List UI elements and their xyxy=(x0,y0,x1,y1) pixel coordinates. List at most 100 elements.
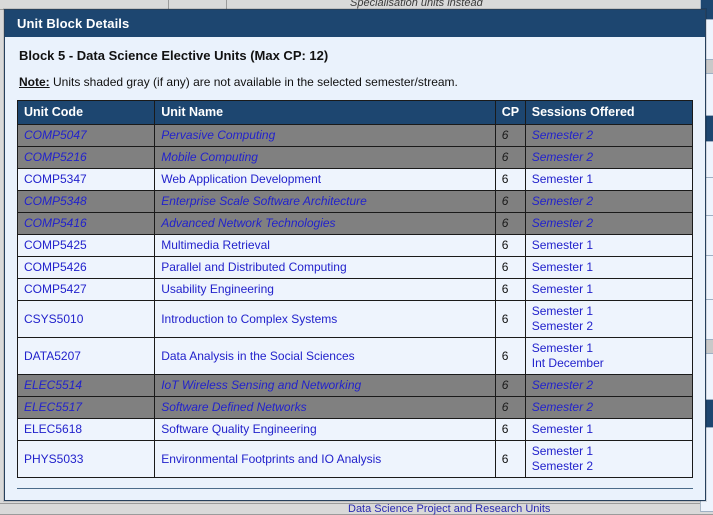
cell-sessions-offered: Semester 2 xyxy=(524,396,694,419)
cell-sessions-offered: Semester 2 xyxy=(524,190,694,213)
session-entry: Int December xyxy=(531,356,604,370)
table-row: COMP5348 Enterprise Scale Software Archit… xyxy=(16,190,694,213)
session-entry: Semester 2 xyxy=(531,459,594,473)
cell-unit-code: PHYS5033 xyxy=(16,440,156,478)
cell-sessions-offered: Semester 2 xyxy=(524,212,694,235)
block-heading: Block 5 - Data Science Elective Units (M… xyxy=(19,48,329,63)
cell-unit-code: COMP5426 xyxy=(16,256,156,279)
cell-unit-code: COMP5427 xyxy=(16,278,156,301)
dialog-footer: Close xyxy=(17,489,693,500)
unit-block-details-dialog: Unit Block Details Block 5 - Data Scienc… xyxy=(4,9,706,501)
table-row: COMP5216 Mobile Computing 6 Semester 2 xyxy=(16,146,694,169)
table-row: COMP5426 Parallel and Distributed Computi… xyxy=(16,256,694,279)
background-row-segment xyxy=(240,503,302,515)
note-text: Units shaded gray (if any) are not avail… xyxy=(49,75,458,89)
background-row-segment xyxy=(0,503,240,515)
cell-credit-points: 6 xyxy=(494,190,526,213)
session-entry: Semester 2 xyxy=(531,150,594,164)
cell-unit-name: IoT Wireless Sensing and Networking xyxy=(154,374,496,397)
cell-credit-points: 6 xyxy=(494,278,526,301)
cell-sessions-offered: Semester 1 xyxy=(524,256,694,279)
cell-unit-code: COMP5425 xyxy=(16,234,156,257)
column-header-sessions: Sessions Offered xyxy=(524,100,694,125)
cell-unit-name: Data Analysis in the Social Sciences xyxy=(154,337,496,375)
cell-credit-points: 6 xyxy=(494,300,526,338)
table-row: COMP5047 Pervasive Computing 6 Semester 2 xyxy=(16,124,694,147)
cell-sessions-offered: Semester 1 xyxy=(524,418,694,441)
cell-sessions-offered: Semester 1 Int December xyxy=(524,337,694,375)
session-entry: Semester 1 xyxy=(531,341,594,355)
table-row: COMP5347 Web Application Development 6 Seme… xyxy=(16,168,694,191)
column-header-cp: CP xyxy=(494,100,526,125)
cell-credit-points: 6 xyxy=(494,146,526,169)
cell-unit-name: Multimedia Retrieval xyxy=(154,234,496,257)
cell-unit-code: COMP5216 xyxy=(16,146,156,169)
units-table-header-row: Unit Code Unit Name CP Sessions Offered xyxy=(16,100,694,125)
session-entry: Semester 2 xyxy=(531,216,594,230)
session-entry: Semester 1 xyxy=(531,282,594,296)
cell-sessions-offered: Semester 1 xyxy=(524,278,694,301)
background-bottom-text: Data Science Project and Research Units xyxy=(348,503,551,515)
column-header-unit-code: Unit Code xyxy=(16,100,156,125)
cell-unit-name: Mobile Computing xyxy=(154,146,496,169)
table-row: PHYS5033 Environmental Footprints and IO … xyxy=(16,440,694,478)
cell-credit-points: 6 xyxy=(494,440,526,478)
cell-credit-points: 6 xyxy=(494,256,526,279)
cell-sessions-offered: Semester 1 xyxy=(524,168,694,191)
cell-unit-code: COMP5047 xyxy=(16,124,156,147)
table-row: COMP5416 Advanced Network Technologies 6 Se… xyxy=(16,212,694,235)
units-table-head: Unit Code Unit Name CP Sessions Offered xyxy=(16,100,694,125)
table-row: COMP5427 Usability Engineering 6 Semester 1 xyxy=(16,278,694,301)
session-entry: Semester 1 xyxy=(531,238,594,252)
session-entry: Semester 2 xyxy=(531,128,594,142)
cell-unit-code: DATA5207 xyxy=(16,337,156,375)
cell-unit-code: COMP5348 xyxy=(16,190,156,213)
dialog-title: Unit Block Details xyxy=(17,16,130,31)
session-entry: Semester 1 xyxy=(531,172,594,186)
cell-sessions-offered: Semester 1 Semester 2 xyxy=(524,300,694,338)
cell-credit-points: 6 xyxy=(494,124,526,147)
cell-credit-points: 6 xyxy=(494,212,526,235)
session-entry: Semester 2 xyxy=(531,319,594,333)
cell-unit-name: Advanced Network Technologies xyxy=(154,212,496,235)
cell-unit-code: ELEC5514 xyxy=(16,374,156,397)
cell-unit-code: ELEC5517 xyxy=(16,396,156,419)
background-top-text: Specialisation units instead xyxy=(350,0,483,9)
cell-unit-name: Software Defined Networks xyxy=(154,396,496,419)
note-label: Note: xyxy=(19,75,50,89)
cell-sessions-offered: Semester 2 xyxy=(524,124,694,147)
table-row: CSYS5010 Introduction to Complex Systems 6… xyxy=(16,300,694,338)
session-entry: Semester 2 xyxy=(531,194,594,208)
session-entry: Semester 2 xyxy=(531,400,594,414)
table-row: DATA5207 Data Analysis in the Social Scie… xyxy=(16,337,694,375)
cell-unit-name: Pervasive Computing xyxy=(154,124,496,147)
cell-sessions-offered: Semester 1 xyxy=(524,234,694,257)
cell-unit-code: CSYS5010 xyxy=(16,300,156,338)
cell-credit-points: 6 xyxy=(494,234,526,257)
table-row: ELEC5517 Software Defined Networks 6 Semest… xyxy=(16,396,694,419)
cell-sessions-offered: Semester 1 Semester 2 xyxy=(524,440,694,478)
cell-credit-points: 6 xyxy=(494,396,526,419)
cell-unit-code: COMP5347 xyxy=(16,168,156,191)
cell-unit-name: Parallel and Distributed Computing xyxy=(154,256,496,279)
session-entry: Semester 1 xyxy=(531,422,594,436)
cell-unit-name: Environmental Footprints and IO Analysis xyxy=(154,440,496,478)
cell-credit-points: 6 xyxy=(494,374,526,397)
cell-sessions-offered: Semester 2 xyxy=(524,374,694,397)
cell-unit-name: Software Quality Engineering xyxy=(154,418,496,441)
cell-credit-points: 6 xyxy=(494,418,526,441)
cell-unit-name: Usability Engineering xyxy=(154,278,496,301)
cell-credit-points: 6 xyxy=(494,168,526,191)
note-line: Note: Units shaded gray (if any) are not… xyxy=(19,75,693,89)
session-entry: Semester 1 xyxy=(531,444,594,458)
table-row: ELEC5514 IoT Wireless Sensing and Network… xyxy=(16,374,694,397)
session-entry: Semester 1 xyxy=(531,260,594,274)
cell-unit-code: ELEC5618 xyxy=(16,418,156,441)
units-table: Unit Code Unit Name CP Sessions Offered … xyxy=(16,100,694,478)
session-entry: Semester 2 xyxy=(531,378,594,392)
cell-sessions-offered: Semester 2 xyxy=(524,146,694,169)
table-row: COMP5425 Multimedia Retrieval 6 Semester 1 xyxy=(16,234,694,257)
dialog-titlebar: Unit Block Details xyxy=(5,10,705,37)
cell-unit-name: Introduction to Complex Systems xyxy=(154,300,496,338)
cell-credit-points: 6 xyxy=(494,337,526,375)
